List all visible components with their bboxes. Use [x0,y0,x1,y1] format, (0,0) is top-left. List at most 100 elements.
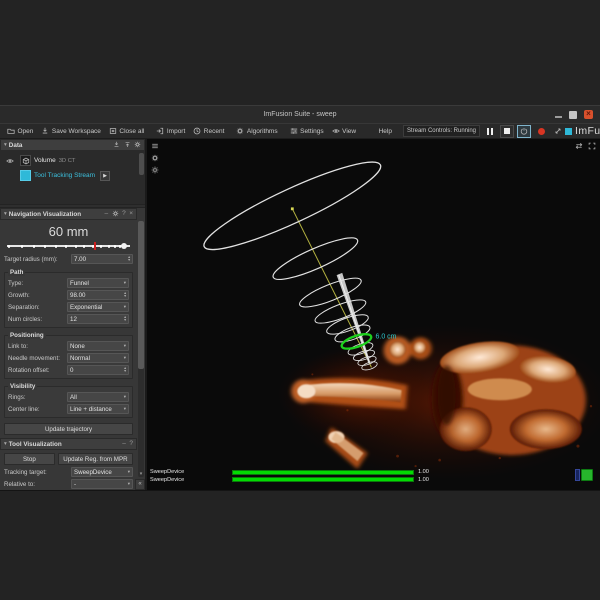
resize-button[interactable] [551,125,565,138]
settings-label: Settings [300,128,324,135]
data-scrollbar[interactable] [139,153,144,175]
move-down-icon[interactable] [113,141,120,150]
rotation-offset-spinbox[interactable]: 0▴▾ [67,365,129,375]
stop-button[interactable]: Stop [4,453,55,465]
stop-stream-button[interactable] [500,125,514,138]
rotation-offset-label: Rotation offset: [8,367,64,374]
help-panel-icon[interactable]: ? [122,211,126,217]
save-workspace-button[interactable]: Save Workspace [37,125,105,138]
volume-type: 3D CT [59,158,76,164]
num-circles-label: Num circles: [8,316,64,323]
power-button[interactable] [517,125,531,138]
path-group: Path Type: Funnel▾ Growth: 98.00▴▾ Separ… [4,272,133,328]
joint-gap-shadow [438,365,456,425]
pause-button[interactable] [483,125,497,138]
open-button[interactable]: Open [3,125,37,138]
resize-icon [554,127,562,135]
growth-spinbox[interactable]: 98.00▴▾ [67,290,129,300]
link-to-select[interactable]: None▾ [67,341,129,351]
separation-select[interactable]: Exponential▾ [67,302,129,312]
left-sidebar: ▾ Data Volume 3D CT Tool T [0,139,147,490]
properties-scrollbar[interactable] [138,221,144,477]
volume-list-item[interactable]: Volume 3D CT [0,153,145,168]
close-icon[interactable]: × [584,110,593,119]
close-panel-icon[interactable]: × [129,211,133,217]
maximize-icon[interactable] [569,111,577,119]
collapse-icon[interactable]: ▾ [4,211,7,217]
scrollbar-thumb[interactable] [138,221,144,369]
brightness-icon[interactable] [151,166,159,174]
collapse-icon[interactable]: ▾ [4,441,7,447]
algorithms-label: Algorithms [247,128,278,135]
view-settings-gear-icon[interactable] [151,154,159,162]
chevron-down-icon: ▾ [124,355,126,361]
imfusion-logo-text: ImFusion [575,125,600,137]
move-up-icon[interactable] [124,141,131,150]
help-panel-icon[interactable]: ? [129,441,133,447]
rings-select[interactable]: All▾ [67,392,129,402]
view-label: View [342,128,356,135]
record-button[interactable] [534,125,548,138]
gear-icon[interactable] [134,141,141,150]
settings-button[interactable]: Settings [286,125,328,138]
slider-knob[interactable] [121,243,127,249]
relative-to-select[interactable]: -▾ [71,479,133,489]
title-bar[interactable]: ImFusion Suite - sweep × [0,106,600,123]
visibility-eye-icon[interactable] [3,157,17,165]
target-radius-label: Target radius (mm): [4,256,68,263]
swap-views-icon[interactable] [575,142,583,150]
spin-buttons[interactable]: ▴▾ [128,256,130,263]
volume-thumbnail [20,155,31,166]
algorithms-button[interactable]: Algorithms [232,125,281,138]
scroll-down-button[interactable]: ▾ [137,470,145,478]
navigation-panel-header[interactable]: ▾ Navigation Visualization – ? × [0,208,137,220]
cube-icon [22,157,30,165]
tool-panel-header[interactable]: ▾ Tool Visualization – ? [0,438,137,450]
fullscreen-icon[interactable] [588,142,596,150]
type-select[interactable]: Funnel▾ [67,278,129,288]
view-button[interactable]: View [328,125,360,138]
orientation-cube-widget[interactable] [575,469,593,481]
quality-value: 1.00 [418,469,429,475]
collapse-sidebar-button[interactable]: « [135,479,145,490]
power-icon [520,127,528,135]
update-reg-button[interactable]: Update Reg. from MPR [58,453,133,465]
play-button[interactable]: ▶ [100,171,110,181]
import-label: Import [167,128,185,135]
collapse-icon[interactable]: ▾ [4,142,7,148]
eye-icon [332,127,340,135]
tracking-status-row: SweepDevice 1.00 [150,477,429,484]
view-menu-icon[interactable] [151,142,159,150]
data-panel-header[interactable]: ▾ Data [0,139,145,151]
minimize-panel-icon[interactable]: – [104,211,108,217]
chevron-down-icon: ▾ [128,481,130,487]
sliders-icon [290,127,298,135]
gear-icon[interactable] [112,210,119,219]
num-circles-spinbox[interactable]: 12▴▾ [67,314,129,324]
volume-rendering-scene[interactable]: 6.0 cm [147,139,600,490]
stream-list-item[interactable]: Tool Tracking Stream ▶ [0,168,145,183]
slider-target-marker [94,242,96,250]
help-button[interactable]: Help [364,125,396,138]
depth-slider[interactable] [7,241,130,251]
help-icon [368,127,376,135]
import-button[interactable]: Import [152,125,189,138]
target-radius-spinbox[interactable]: 7.00▴▾ [71,254,133,264]
needle-movement-select[interactable]: Normal▾ [67,353,129,363]
close-all-label: Close all [119,128,144,135]
3d-viewport[interactable]: 6.0 cm SweepDevice 1.00 SweepDevice 1.00 [147,139,600,490]
entry-point-marker [291,207,294,210]
separation-label: Separation: [8,304,64,311]
stream-thumbnail [20,170,31,181]
center-line-select[interactable]: Line + distance▾ [67,404,129,414]
close-all-button[interactable]: Close all [105,125,148,138]
minimize-icon[interactable] [555,116,562,118]
update-trajectory-button[interactable]: Update trajectory [4,423,133,435]
gear-icon [236,127,244,135]
tracking-target-select[interactable]: SweepDevice▾ [71,467,133,477]
minimize-panel-icon[interactable]: – [122,441,126,447]
chevron-down-icon: ▾ [124,280,126,286]
recent-button[interactable]: Recent [189,125,228,138]
slider-track[interactable] [7,245,130,246]
data-list: Volume 3D CT Tool Tracking Stream ▶ [0,151,145,204]
